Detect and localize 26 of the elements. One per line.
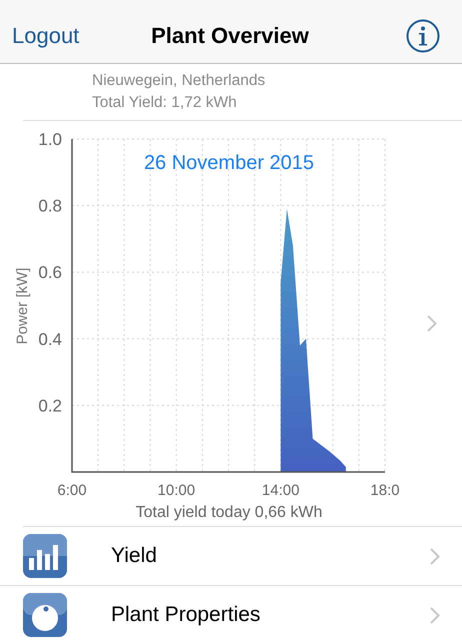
x-tick-label: 6:00 (57, 482, 87, 499)
plant-total-yield: Total Yield: 1,72 kWh (92, 94, 238, 112)
plant-location: Nieuwegein, Netherlands (92, 72, 266, 90)
y-tick-label: 0.6 (38, 263, 62, 282)
x-axis-label: Total yield today 0,66 kWh (136, 504, 322, 521)
screen-title: Plant Overview (151, 22, 309, 48)
info-icon[interactable] (406, 18, 440, 52)
chevron-icon (430, 548, 440, 564)
chevron-icon (427, 315, 437, 332)
menu-item[interactable]: Yield (0, 527, 462, 585)
info-icon (23, 593, 67, 637)
menu-item-label: Yield (111, 544, 157, 568)
y-axis-label: Power [kW] (14, 268, 31, 344)
bar-chart-icon (23, 534, 67, 578)
y-tick-label: 0.4 (38, 330, 62, 349)
menu-item[interactable]: Plant Properties (0, 585, 462, 640)
y-tick-label: 1.0 (38, 130, 62, 149)
x-tick-label: 18:0 (370, 482, 400, 499)
x-tick-label: 10:00 (158, 482, 196, 499)
x-tick-label: 14:00 (262, 482, 300, 499)
logout-button[interactable]: Logout (12, 22, 80, 48)
chart-title: 26 November 2015 (144, 152, 314, 174)
menu-item-label: Plant Properties (111, 603, 260, 627)
y-tick-label: 0.8 (38, 196, 62, 216)
chevron-icon (430, 606, 440, 624)
y-tick-label: 0.2 (38, 396, 62, 416)
